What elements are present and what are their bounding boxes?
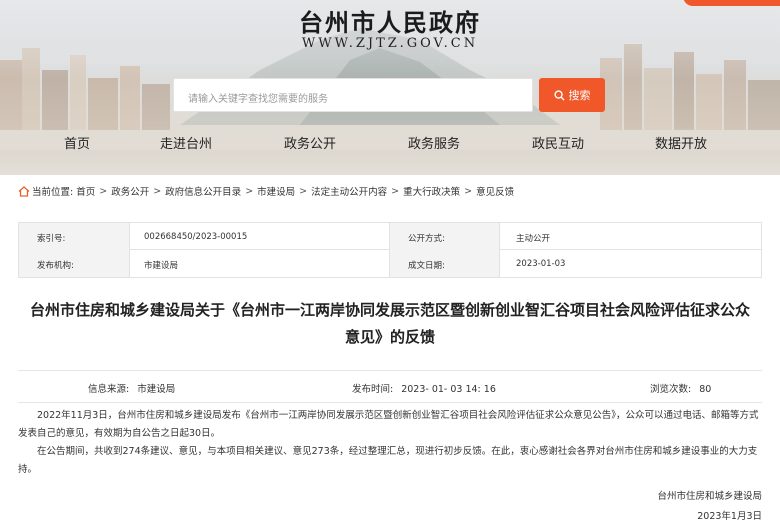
nav-item-open-data[interactable]: 数据开放 [655, 133, 707, 152]
written-date-value: 2023-01-03 [499, 250, 761, 277]
source-label: 信息来源: [88, 384, 130, 395]
breadcrumb-prefix: 当前位置: [32, 187, 74, 198]
nav-item-gov-affairs-open[interactable]: 政务公开 [284, 133, 336, 152]
view-count-value: 80 [699, 384, 712, 395]
breadcrumb-item-construction-bureau[interactable]: 市建设局 [257, 184, 295, 198]
article-title-line-2: 意见》的反馈 [344, 328, 435, 346]
nav-item-about-taizhou[interactable]: 走进台州 [160, 133, 212, 152]
index-number-value: 002668450/2023-00015 [129, 223, 389, 250]
publisher-value: 市建设局 [129, 250, 389, 277]
nav-item-gov-services[interactable]: 政务服务 [408, 133, 460, 152]
search-button[interactable]: 搜索 [539, 78, 605, 112]
site-title: 台州市人民政府 [299, 8, 481, 37]
article-paragraph: 在公告期间，共收到274条建议、意见，与本项目相关建议、意见273条，经过整理汇… [18, 446, 758, 475]
signature-date: 2023年1月3日 [697, 511, 762, 522]
info-row: 索引号: 002668450/2023-00015 公开方式: 主动公开 [19, 223, 761, 250]
view-count: 浏览次数: 80 [650, 381, 711, 395]
view-count-label: 浏览次数: [650, 384, 692, 395]
article-title-line-1: 台州市住房和城乡建设局关于《台州市一江两岸协同发展示范区暨创新创业智汇谷项目社会… [29, 301, 750, 319]
home-icon [18, 185, 30, 197]
article-body: 2022年11月3日，台州市住房和城乡建设局发布《台州市一江两岸协同发展示范区暨… [18, 407, 762, 479]
breadcrumb-separator: > [391, 185, 400, 197]
written-date-label: 成文日期: [389, 250, 499, 277]
document-info-table: 索引号: 002668450/2023-00015 公开方式: 主动公开 发布机… [18, 222, 762, 278]
publish-time-label: 发布时间: [352, 384, 394, 395]
breadcrumb-item-home[interactable]: 首页 [76, 184, 95, 198]
signature-organization: 台州市住房和城乡建设局 [657, 491, 762, 502]
publish-time: 发布时间: 2023- 01- 03 14: 16 [352, 381, 496, 395]
breadcrumb-separator: > [245, 185, 254, 197]
search-button-label: 搜索 [568, 89, 591, 102]
search-input[interactable]: 请输入关键字查找您需要的服务 [173, 78, 533, 112]
index-number-label: 索引号: [19, 223, 129, 250]
breadcrumb-separator: > [153, 185, 162, 197]
breadcrumb: 当前位置: 首页 > 政务公开 > 政府信息公开目录 > 市建设局 > 法定主动… [18, 184, 768, 198]
search-icon [553, 89, 565, 101]
source-info: 信息来源: 市建设局 [88, 381, 175, 395]
publisher-label: 发布机构: [19, 250, 129, 277]
publish-time-value: 2023- 01- 03 14: 16 [401, 384, 496, 395]
breadcrumb-item-gov-affairs[interactable]: 政务公开 [111, 184, 149, 198]
breadcrumb-item-catalog[interactable]: 政府信息公开目录 [165, 184, 241, 198]
disclosure-mode-label: 公开方式: [389, 223, 499, 250]
main-nav: 首页 走进台州 政务公开 政务服务 政民互动 数据开放 [0, 126, 780, 158]
breadcrumb-item-major-decisions[interactable]: 重大行政决策 [403, 184, 460, 198]
breadcrumb-separator: > [464, 185, 473, 197]
article-meta-bar: 信息来源: 市建设局 发布时间: 2023- 01- 03 14: 16 浏览次数:… [18, 370, 762, 403]
nav-item-interaction[interactable]: 政民互动 [532, 133, 584, 152]
nav-item-home[interactable]: 首页 [64, 133, 90, 152]
breadcrumb-separator: > [299, 185, 308, 197]
site-url: WWW.ZJTZ.GOV.CN [301, 36, 479, 51]
info-row: 发布机构: 市建设局 成文日期: 2023-01-03 [19, 250, 761, 277]
article-paragraph: 2022年11月3日，台州市住房和城乡建设局发布《台州市一江两岸协同发展示范区暨… [18, 410, 759, 439]
breadcrumb-item-feedback[interactable]: 意见反馈 [476, 184, 514, 198]
disclosure-mode-value: 主动公开 [499, 223, 761, 250]
source-value: 市建设局 [137, 384, 176, 395]
article-title: 台州市住房和城乡建设局关于《台州市一江两岸协同发展示范区暨创新创业智汇谷项目社会… [14, 297, 766, 351]
breadcrumb-item-statutory-content[interactable]: 法定主动公开内容 [311, 184, 387, 198]
breadcrumb-separator: > [99, 185, 108, 197]
